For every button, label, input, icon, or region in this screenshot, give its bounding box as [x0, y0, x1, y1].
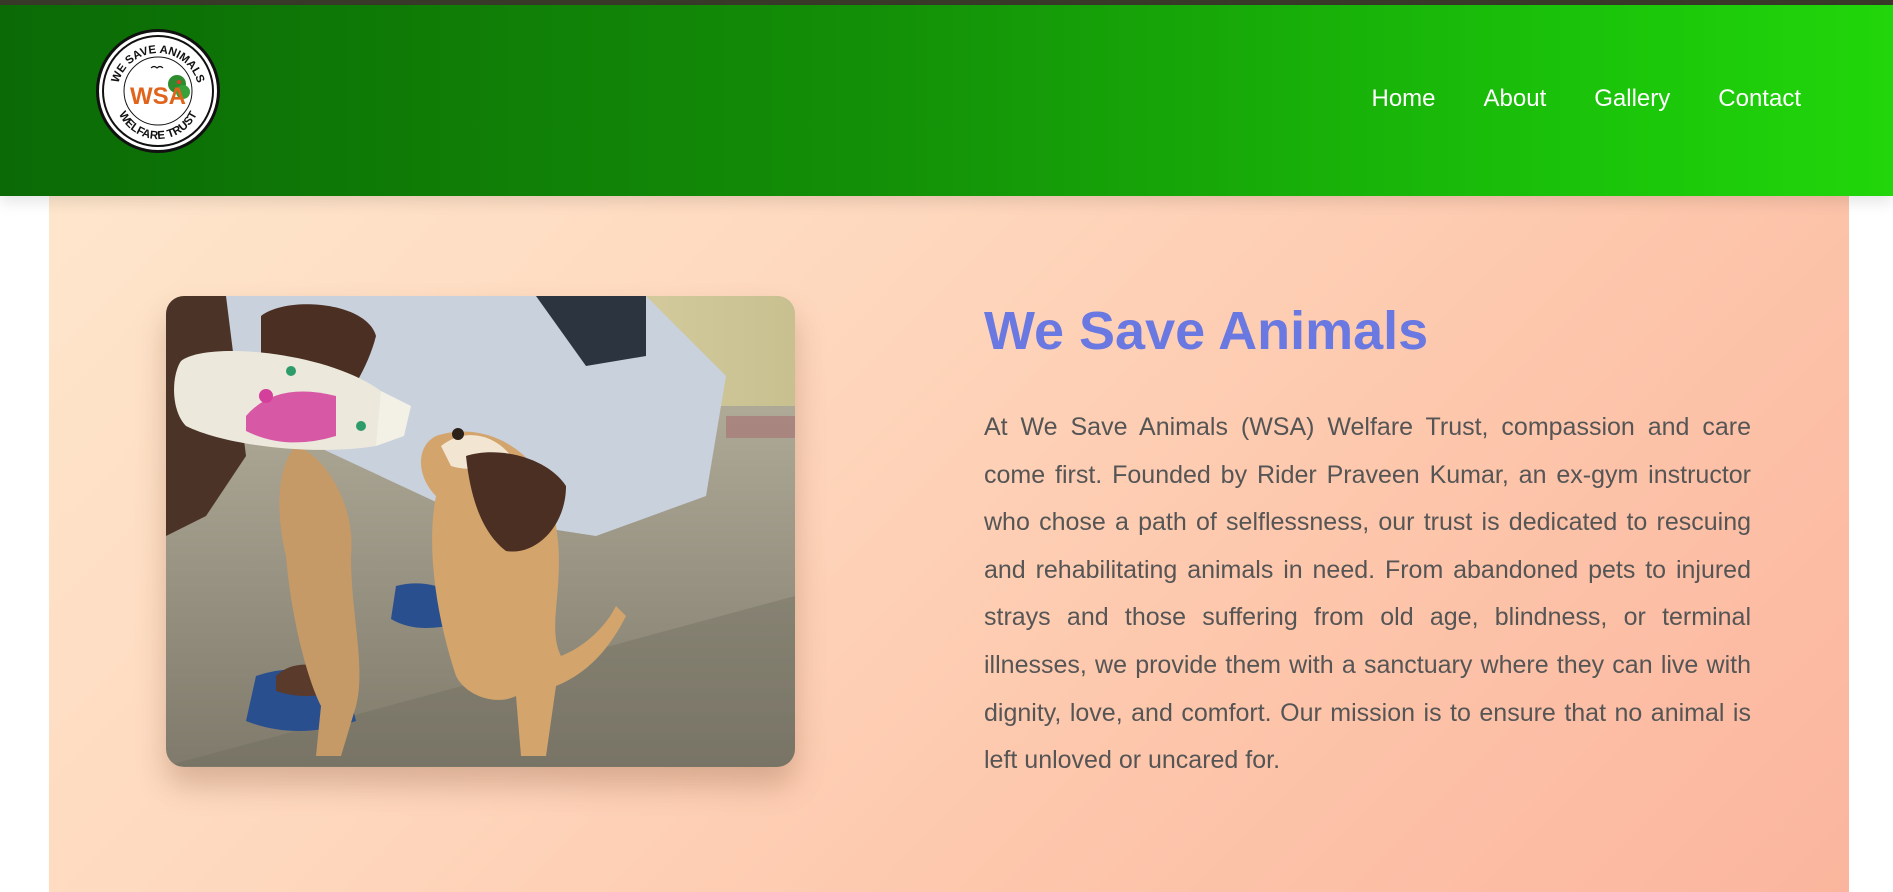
- site-header: WE SAVE ANIMALS WELFARE TRUST WSA Home A…: [0, 5, 1893, 196]
- nav-link-home[interactable]: Home: [1372, 87, 1436, 111]
- main-nav: Home About Gallery Contact: [1372, 87, 1802, 111]
- about-description: At We Save Animals (WSA) Welfare Trust, …: [984, 413, 1751, 775]
- page-title: We Save Animals: [984, 301, 1429, 361]
- puppies-feeding-photo: [166, 296, 795, 767]
- about-hero-section: We Save Animals At We Save Animals (WSA)…: [49, 196, 1849, 892]
- nav-link-contact[interactable]: Contact: [1718, 87, 1801, 111]
- wsa-logo-icon[interactable]: WE SAVE ANIMALS WELFARE TRUST WSA: [96, 29, 220, 153]
- nav-link-about[interactable]: About: [1484, 87, 1547, 111]
- svg-text:WSA: WSA: [130, 83, 186, 110]
- nav-link-gallery[interactable]: Gallery: [1594, 87, 1670, 111]
